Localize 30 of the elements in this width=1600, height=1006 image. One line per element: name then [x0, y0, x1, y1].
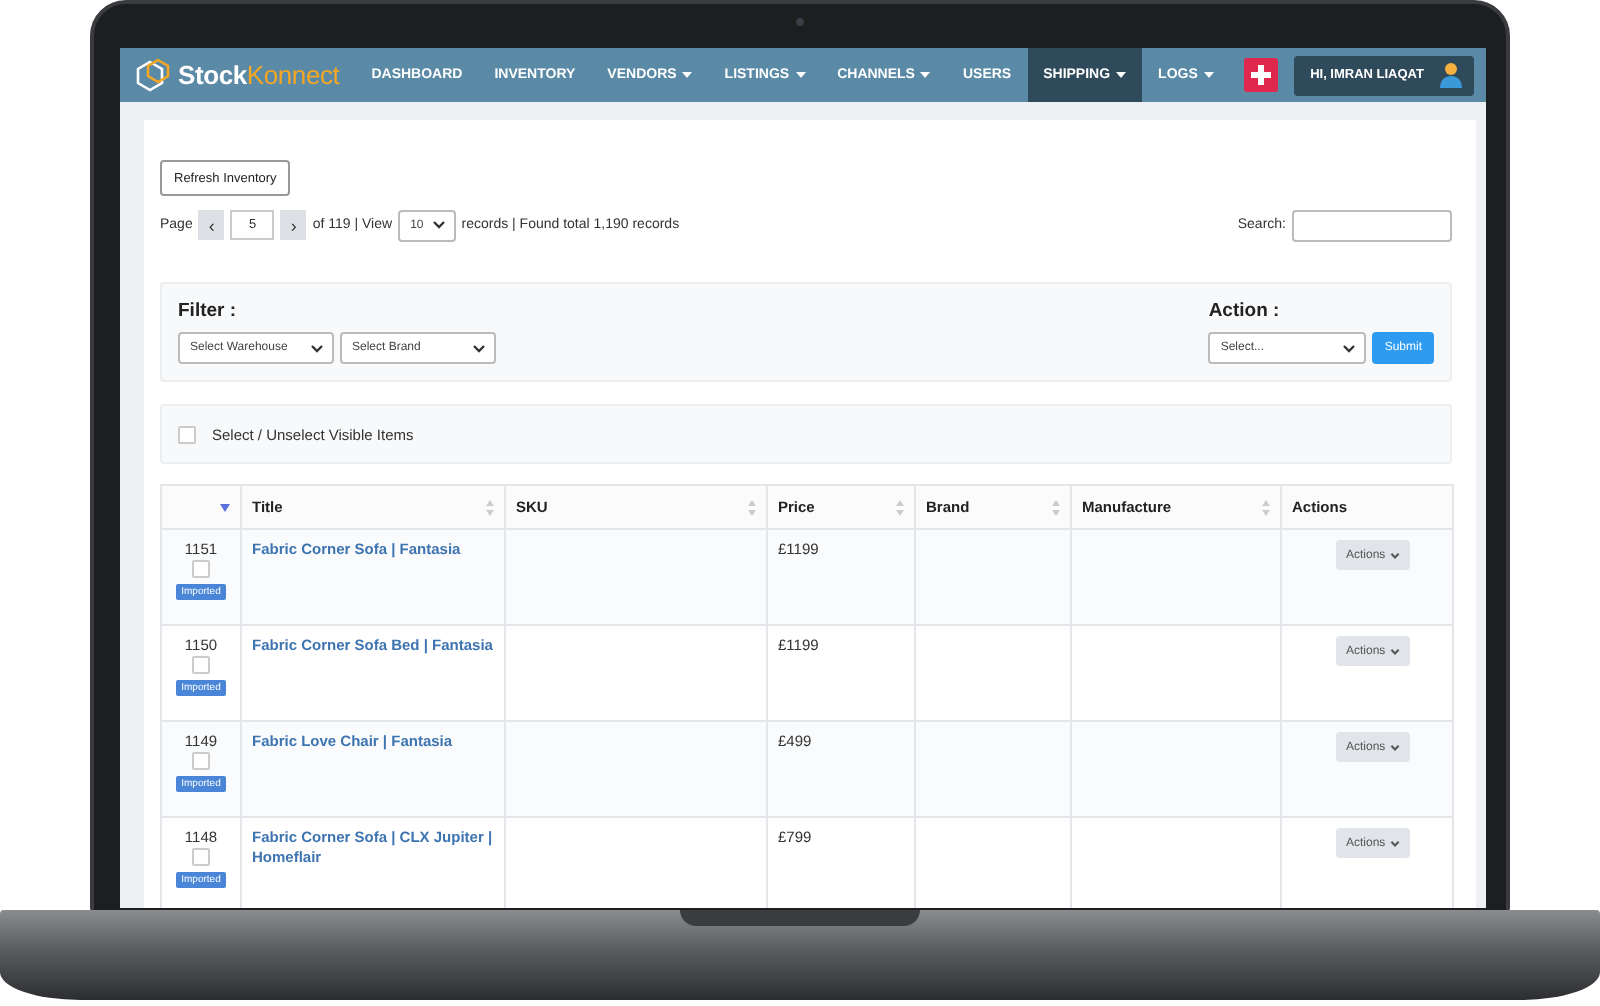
search-field[interactable] — [1292, 209, 1452, 241]
select-all-checkbox[interactable] — [178, 425, 196, 443]
row-checkbox[interactable] — [192, 848, 210, 866]
sort-icon — [1262, 499, 1270, 515]
camera-icon — [796, 18, 804, 26]
caret-icon — [1389, 839, 1400, 847]
caret-icon — [310, 343, 324, 353]
user-avatar-icon — [1440, 62, 1462, 88]
column-header[interactable] — [161, 485, 241, 529]
brand-logo[interactable]: StockKonnect — [178, 60, 340, 90]
sort-icon — [748, 499, 756, 515]
row-checkbox[interactable] — [192, 656, 210, 674]
caret-icon — [1342, 343, 1357, 353]
add-button[interactable] — [1244, 58, 1279, 92]
row-checkbox[interactable] — [192, 752, 210, 770]
caret-icon — [1389, 743, 1400, 751]
filter-title: Filter : — [178, 300, 239, 322]
next-page-button[interactable]: › — [280, 210, 307, 240]
row-checkbox[interactable] — [192, 560, 210, 578]
caret-icon — [431, 220, 446, 230]
previous-page-button[interactable]: ‹ — [198, 210, 225, 240]
caret-icon — [1389, 647, 1400, 655]
sort-icon — [220, 503, 230, 511]
caret-icon — [1389, 551, 1400, 559]
sort-icon — [896, 499, 904, 515]
sort-icon — [1052, 499, 1060, 515]
caret-icon — [472, 343, 486, 353]
logo-icon — [134, 57, 174, 93]
sort-icon — [486, 499, 494, 515]
action-title: Action : — [1208, 300, 1280, 322]
